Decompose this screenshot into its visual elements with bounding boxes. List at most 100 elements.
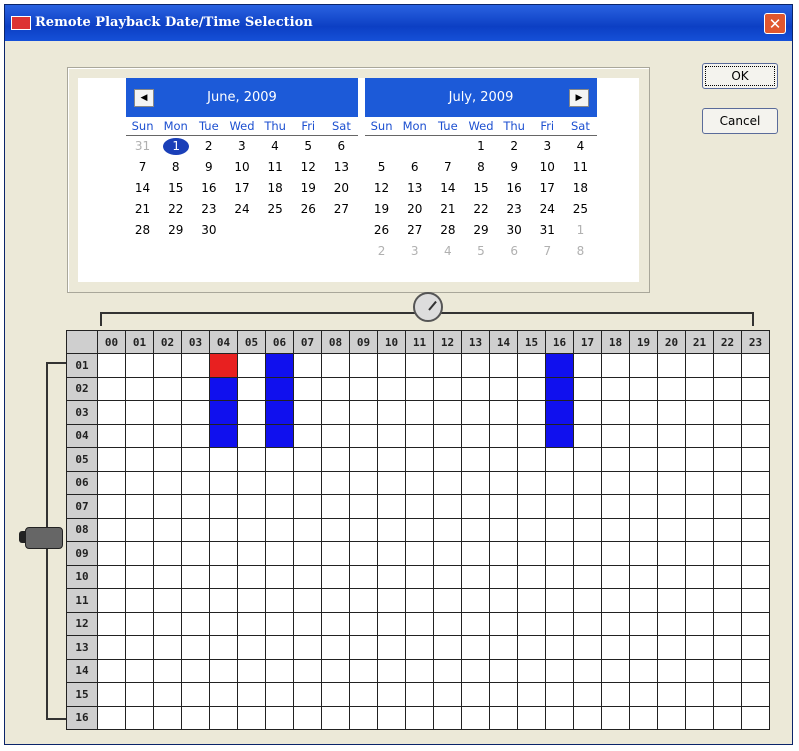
- hour-header[interactable]: 05: [237, 330, 266, 354]
- schedule-cell[interactable]: [153, 423, 182, 448]
- schedule-cell[interactable]: [713, 564, 742, 589]
- schedule-cell[interactable]: [573, 635, 602, 660]
- schedule-cell[interactable]: [517, 400, 546, 425]
- schedule-cell[interactable]: [349, 376, 378, 401]
- day-cell[interactable]: 19: [292, 178, 325, 199]
- schedule-cell[interactable]: [601, 682, 630, 707]
- hour-header[interactable]: 21: [685, 330, 714, 354]
- hour-header[interactable]: 08: [321, 330, 350, 354]
- schedule-cell-recorded[interactable]: [545, 353, 574, 378]
- hour-header[interactable]: 11: [405, 330, 434, 354]
- schedule-cell[interactable]: [517, 423, 546, 448]
- channel-header[interactable]: 11: [66, 588, 98, 613]
- schedule-cell[interactable]: [573, 611, 602, 636]
- schedule-cell[interactable]: [741, 541, 770, 566]
- schedule-cell[interactable]: [377, 470, 406, 495]
- day-cell[interactable]: 17: [531, 178, 564, 199]
- schedule-cell[interactable]: [153, 400, 182, 425]
- schedule-cell[interactable]: [573, 564, 602, 589]
- schedule-cell[interactable]: [741, 658, 770, 683]
- schedule-cell[interactable]: [405, 541, 434, 566]
- schedule-cell[interactable]: [377, 447, 406, 472]
- schedule-cell[interactable]: [741, 376, 770, 401]
- schedule-cell[interactable]: [629, 705, 658, 730]
- schedule-cell[interactable]: [685, 470, 714, 495]
- schedule-cell[interactable]: [377, 400, 406, 425]
- schedule-cell[interactable]: [657, 682, 686, 707]
- schedule-cell[interactable]: [181, 541, 210, 566]
- schedule-cell[interactable]: [405, 447, 434, 472]
- schedule-cell[interactable]: [97, 541, 126, 566]
- schedule-cell[interactable]: [293, 353, 322, 378]
- schedule-cell[interactable]: [153, 517, 182, 542]
- schedule-cell[interactable]: [433, 658, 462, 683]
- schedule-cell[interactable]: [349, 423, 378, 448]
- schedule-cell[interactable]: [713, 705, 742, 730]
- schedule-cell[interactable]: [97, 705, 126, 730]
- schedule-cell[interactable]: [489, 423, 518, 448]
- schedule-cell[interactable]: [685, 541, 714, 566]
- hour-header[interactable]: 09: [349, 330, 378, 354]
- schedule-cell[interactable]: [377, 494, 406, 519]
- schedule-cell[interactable]: [657, 658, 686, 683]
- schedule-cell[interactable]: [489, 635, 518, 660]
- schedule-cell[interactable]: [433, 400, 462, 425]
- next-month-button[interactable]: ▶: [569, 89, 589, 107]
- day-cell[interactable]: 11: [564, 157, 597, 178]
- schedule-cell[interactable]: [209, 494, 238, 519]
- schedule-cell[interactable]: [153, 470, 182, 495]
- channel-header[interactable]: 07: [66, 494, 98, 519]
- schedule-cell[interactable]: [489, 658, 518, 683]
- schedule-cell[interactable]: [153, 447, 182, 472]
- schedule-cell[interactable]: [125, 353, 154, 378]
- schedule-cell[interactable]: [601, 376, 630, 401]
- day-cell[interactable]: 27: [398, 220, 431, 241]
- day-cell[interactable]: 23: [192, 199, 225, 220]
- schedule-cell[interactable]: [97, 423, 126, 448]
- schedule-cell[interactable]: [713, 541, 742, 566]
- schedule-cell[interactable]: [405, 517, 434, 542]
- schedule-cell[interactable]: [181, 447, 210, 472]
- schedule-cell[interactable]: [713, 635, 742, 660]
- channel-header[interactable]: 01: [66, 353, 98, 378]
- hour-header[interactable]: 20: [657, 330, 686, 354]
- schedule-cell[interactable]: [265, 682, 294, 707]
- schedule-cell[interactable]: [489, 541, 518, 566]
- schedule-cell[interactable]: [349, 705, 378, 730]
- schedule-cell[interactable]: [377, 611, 406, 636]
- schedule-cell[interactable]: [657, 376, 686, 401]
- schedule-cell[interactable]: [433, 705, 462, 730]
- schedule-cell[interactable]: [601, 588, 630, 613]
- day-cell[interactable]: 20: [398, 199, 431, 220]
- schedule-cell[interactable]: [293, 705, 322, 730]
- schedule-cell[interactable]: [713, 517, 742, 542]
- schedule-cell[interactable]: [321, 588, 350, 613]
- day-cell[interactable]: 7: [431, 157, 464, 178]
- schedule-cell[interactable]: [741, 588, 770, 613]
- schedule-cell[interactable]: [629, 353, 658, 378]
- schedule-cell[interactable]: [713, 376, 742, 401]
- schedule-cell[interactable]: [461, 611, 490, 636]
- schedule-cell[interactable]: [545, 470, 574, 495]
- schedule-cell[interactable]: [237, 470, 266, 495]
- hour-header[interactable]: 16: [545, 330, 574, 354]
- schedule-cell[interactable]: [657, 635, 686, 660]
- schedule-cell[interactable]: [573, 494, 602, 519]
- schedule-cell[interactable]: [433, 588, 462, 613]
- schedule-cell[interactable]: [293, 376, 322, 401]
- schedule-cell[interactable]: [545, 682, 574, 707]
- schedule-cell[interactable]: [265, 588, 294, 613]
- schedule-cell[interactable]: [545, 588, 574, 613]
- channel-header[interactable]: 12: [66, 611, 98, 636]
- schedule-cell[interactable]: [489, 564, 518, 589]
- schedule-cell[interactable]: [349, 400, 378, 425]
- schedule-cell[interactable]: [265, 635, 294, 660]
- day-cell[interactable]: 4: [564, 136, 597, 157]
- schedule-cell[interactable]: [545, 658, 574, 683]
- schedule-cell[interactable]: [293, 517, 322, 542]
- schedule-cell[interactable]: [517, 470, 546, 495]
- schedule-cell[interactable]: [125, 635, 154, 660]
- schedule-cell[interactable]: [209, 517, 238, 542]
- schedule-cell[interactable]: [629, 588, 658, 613]
- hour-header[interactable]: 07: [293, 330, 322, 354]
